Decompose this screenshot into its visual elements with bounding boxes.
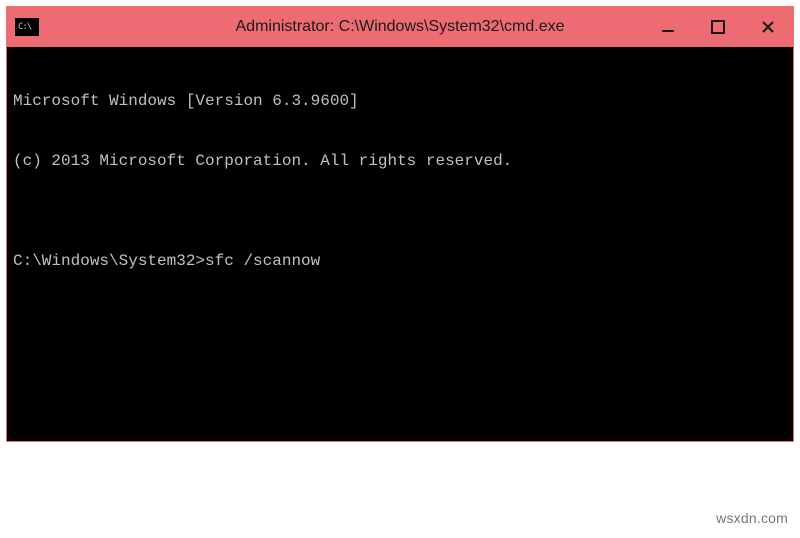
terminal-prompt: C:\Windows\System32> <box>13 251 205 271</box>
maximize-icon <box>711 20 725 34</box>
maximize-button[interactable] <box>693 7 743 47</box>
titlebar[interactable]: C:\ Administrator: C:\Windows\System32\c… <box>7 7 793 47</box>
close-button[interactable] <box>743 7 793 47</box>
system-icon-label: C:\ <box>18 22 31 32</box>
minimize-icon <box>661 20 675 34</box>
close-icon <box>761 20 775 34</box>
terminal-prompt-line: C:\Windows\System32>sfc /scannow <box>13 251 787 271</box>
terminal-output[interactable]: Microsoft Windows [Version 6.3.9600] (c)… <box>7 47 793 441</box>
terminal-command: sfc /scannow <box>205 251 320 271</box>
cmd-window: C:\ Administrator: C:\Windows\System32\c… <box>6 6 794 442</box>
minimize-button[interactable] <box>643 7 693 47</box>
window-controls <box>643 7 793 47</box>
terminal-line-version: Microsoft Windows [Version 6.3.9600] <box>13 91 787 111</box>
terminal-line-copyright: (c) 2013 Microsoft Corporation. All righ… <box>13 151 787 171</box>
system-menu-icon[interactable]: C:\ <box>15 18 39 36</box>
watermark-text: wsxdn.com <box>716 510 788 526</box>
window-title: Administrator: C:\Windows\System32\cmd.e… <box>236 18 565 36</box>
